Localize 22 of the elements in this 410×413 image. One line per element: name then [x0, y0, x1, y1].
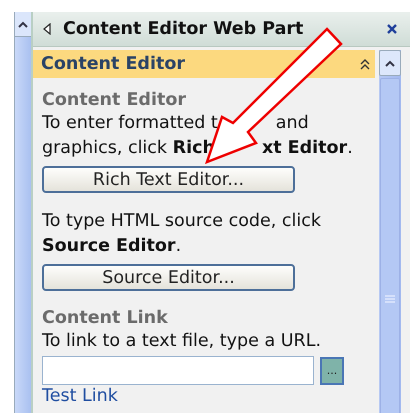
instruction-text: To link to a text file, type a URL. [42, 330, 322, 353]
instruction-text: To type HTML source code, click Source Editor. [42, 210, 322, 258]
collapse-icon[interactable] [359, 57, 371, 71]
source-editor-button[interactable]: Source Editor... [42, 264, 295, 291]
instruction-text: and [276, 112, 309, 135]
url-input-field[interactable] [42, 356, 314, 385]
page-scrollbar[interactable] [14, 12, 31, 413]
scrollbar-thumb[interactable] [380, 78, 400, 413]
collapse-pane-icon[interactable] [43, 23, 51, 35]
browse-button[interactable]: ... [320, 356, 344, 384]
instruction-text: To enter formatted t [42, 112, 218, 135]
section-title: Content Editor [41, 54, 185, 74]
test-link[interactable]: Test Link [42, 386, 118, 406]
close-icon[interactable] [386, 23, 398, 35]
grip-icon [385, 295, 395, 303]
section-heading: Content Link [42, 307, 169, 329]
section-header[interactable]: Content Editor [33, 50, 375, 78]
section-heading: Content Editor [42, 89, 187, 111]
rich-text-editor-button[interactable]: Rich Text Editor... [42, 166, 295, 193]
pane-scrollbar[interactable] [379, 50, 401, 413]
instruction-text: xt Editor. [262, 137, 353, 160]
pane-title: Content Editor Web Part [63, 19, 304, 39]
